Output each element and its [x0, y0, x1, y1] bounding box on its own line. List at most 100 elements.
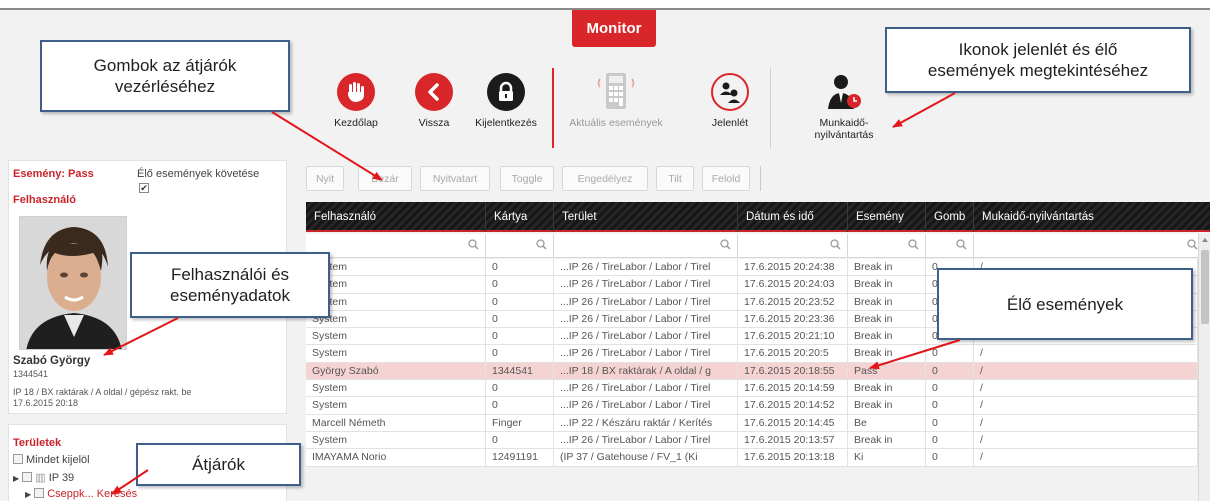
- filter-event[interactable]: [848, 234, 926, 258]
- cell-card: 0: [486, 328, 554, 346]
- tree-item-label: Cseppk... Keresés: [47, 488, 138, 500]
- column-header-user[interactable]: Felhasználó: [306, 202, 486, 232]
- close-button[interactable]: Bezár: [358, 166, 412, 191]
- filter-datetime[interactable]: [738, 234, 848, 258]
- enable-button[interactable]: Engedélyez: [562, 166, 648, 191]
- live-follow-checkbox[interactable]: ✔: [139, 183, 149, 193]
- cell-time-tracking: /: [974, 414, 1198, 432]
- cell-datetime: 17.6.2015 20:14:52: [738, 397, 848, 415]
- cell-datetime: 17.6.2015 20:24:03: [738, 276, 848, 294]
- column-header-button[interactable]: Gomb: [926, 202, 974, 232]
- hold-open-button[interactable]: Nyitvatart: [420, 166, 490, 191]
- cell-user: System: [306, 310, 486, 328]
- cell-card: 0: [486, 276, 554, 294]
- tree-checkbox[interactable]: [22, 472, 33, 482]
- table-row[interactable]: System0...IP 26 / TireLabor / Labor / Ti…: [306, 345, 1198, 363]
- callout-buttons: Gombok az átjárók vezérléséhez: [40, 40, 290, 112]
- toggle-button[interactable]: Toggle: [500, 166, 554, 191]
- table-row[interactable]: System0...IP 26 / TireLabor / Labor / Ti…: [306, 380, 1198, 398]
- attendance-button[interactable]: Jelenlét: [690, 72, 770, 129]
- tree-item[interactable]: ▶ Cseppk... Keresés: [25, 488, 137, 500]
- select-all-checkbox[interactable]: [13, 454, 23, 464]
- user-section-label: Felhasználó: [13, 194, 76, 206]
- column-header-card[interactable]: Kártya: [486, 202, 554, 232]
- table-row[interactable]: System0...IP 26 / TireLabor / Labor / Ti…: [306, 431, 1198, 450]
- table-row[interactable]: György Szabó 1344541 ...IP 18 / BX raktára…: [306, 362, 1198, 381]
- tab-monitor[interactable]: Monitor: [572, 10, 656, 47]
- table-row[interactable]: System0...IP 26 / TireLabor / Labor / Ti…: [306, 397, 1198, 415]
- cell-event: Be: [848, 414, 926, 432]
- hand-stop-icon: [337, 73, 375, 111]
- cell-card: 0: [486, 431, 554, 449]
- select-all-item[interactable]: Mindet kijelöl: [13, 454, 90, 466]
- search-icon: [830, 239, 841, 250]
- filter-area[interactable]: [554, 234, 738, 258]
- cell-user: György Szabó: [306, 362, 486, 380]
- cell-time-tracking: /: [974, 345, 1198, 363]
- search-icon: [536, 239, 547, 250]
- deny-button[interactable]: Tilt: [656, 166, 694, 191]
- current-events-button[interactable]: Aktuális események: [564, 72, 668, 129]
- cell-area: ...IP 18 / BX raktárak / A oldal / g: [554, 362, 738, 380]
- column-header-event[interactable]: Esemény: [848, 202, 926, 232]
- cell-event: Break in: [848, 293, 926, 311]
- cell-area: ...IP 26 / TireLabor / Labor / Tirel: [554, 293, 738, 311]
- expand-icon[interactable]: ▶: [13, 474, 19, 483]
- cell-user: System: [306, 276, 486, 294]
- back-label: Vissza: [418, 117, 450, 129]
- release-button[interactable]: Felold: [702, 166, 750, 191]
- home-button[interactable]: Kezdőlap: [316, 72, 396, 129]
- search-icon: [468, 239, 479, 250]
- column-header-area[interactable]: Terület: [554, 202, 738, 232]
- cell-user: IMAYAMA Norio: [306, 449, 486, 467]
- callout-gates: Átjárók: [136, 443, 301, 486]
- cell-event: Break in: [848, 397, 926, 415]
- cell-event: Break in: [848, 259, 926, 276]
- button-row-separator: [760, 166, 761, 191]
- cell-datetime: 17.6.2015 20:13:18: [738, 449, 848, 467]
- scroll-thumb[interactable]: [1201, 250, 1209, 324]
- cell-area: ...IP 26 / TireLabor / Labor / Tirel: [554, 328, 738, 346]
- cell-area: ...IP 22 / Készáru raktár / Kerítés: [554, 414, 738, 432]
- cell-time-tracking: /: [974, 397, 1198, 415]
- column-header-time-tracking[interactable]: Mukaidő-nyilvántartás: [974, 202, 1210, 232]
- grid-scrollbar[interactable]: [1198, 234, 1210, 501]
- open-button[interactable]: Nyit: [306, 166, 344, 191]
- cell-area: (IP 37 / Gatehouse / FV_1 (Ki: [554, 449, 738, 467]
- column-header-datetime[interactable]: Dátum és idő: [738, 202, 848, 232]
- toolbar-separator: [552, 68, 554, 148]
- cell-event: Break in: [848, 310, 926, 328]
- event-time: 17.6.2015 20:18: [13, 398, 79, 408]
- table-row[interactable]: IMAYAMA Norio 12491191 (IP 37 / Gatehouse …: [306, 449, 1198, 467]
- scroll-up-icon[interactable]: [1202, 238, 1208, 242]
- filter-time-tracking[interactable]: [974, 234, 1204, 258]
- filter-card[interactable]: [486, 234, 554, 258]
- cell-button: 0: [926, 414, 974, 432]
- user-name: Szabó György: [13, 355, 91, 367]
- cell-time-tracking: /: [974, 362, 1198, 380]
- cell-datetime: 17.6.2015 20:23:36: [738, 310, 848, 328]
- filter-button[interactable]: [926, 234, 974, 258]
- trash-icon: ▥: [35, 472, 46, 484]
- cell-user: System: [306, 397, 486, 415]
- cell-datetime: 17.6.2015 20:20:5: [738, 345, 848, 363]
- cell-event: Break in: [848, 380, 926, 398]
- back-button[interactable]: Vissza: [394, 72, 474, 129]
- logout-button[interactable]: Kijelentkezés: [466, 72, 546, 129]
- select-all-label: Mindet kijelöl: [26, 454, 90, 466]
- callout-user-data: Felhasználói és eseményadatok: [130, 252, 330, 318]
- cell-event: Break in: [848, 431, 926, 449]
- time-tracking-button[interactable]: Munkaidő- nyilvántartás: [798, 72, 890, 141]
- table-row[interactable]: Marcell Németh Finger ...IP 22 / Készáru r…: [306, 414, 1198, 432]
- cell-datetime: 17.6.2015 20:18:55: [738, 362, 848, 380]
- cell-area: ...IP 26 / TireLabor / Labor / Tirel: [554, 259, 738, 276]
- cell-card: 0: [486, 259, 554, 276]
- filter-user[interactable]: [306, 234, 486, 258]
- user-photo: [19, 216, 127, 350]
- cell-card: 0: [486, 345, 554, 363]
- expand-icon[interactable]: ▶: [25, 490, 31, 499]
- search-icon: [908, 239, 919, 250]
- tree-item[interactable]: ▶ ▥ IP 39: [13, 471, 74, 484]
- person-clock-icon: [824, 71, 864, 114]
- tree-checkbox[interactable]: [34, 488, 45, 498]
